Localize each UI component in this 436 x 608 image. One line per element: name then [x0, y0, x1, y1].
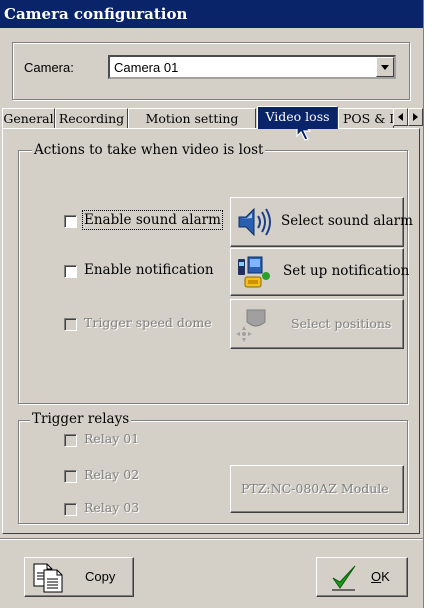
- tab-strip: General Recording Motion setting Video l…: [0, 106, 423, 129]
- trigger-speed-dome-label[interactable]: Trigger speed dome: [84, 315, 212, 330]
- chevron-down-icon: [381, 64, 389, 70]
- footer-separator: [0, 538, 423, 540]
- ptz-module-button[interactable]: PTZ:NC-080AZ Module: [230, 465, 404, 513]
- checkmark-icon: [332, 565, 356, 591]
- tab-scroll-arrows: [393, 108, 423, 126]
- camera-label: Camera:: [24, 60, 74, 75]
- relay-01-label[interactable]: Relay 01: [84, 431, 139, 446]
- tab-motion-setting[interactable]: Motion setting: [128, 108, 256, 128]
- tab-scroll-right-button[interactable]: [408, 108, 423, 126]
- relay-01-checkbox[interactable]: [64, 434, 77, 447]
- set-up-notification-label: Set up notification: [283, 263, 410, 279]
- tab-video-loss[interactable]: Video loss: [257, 106, 338, 129]
- speaker-icon: [238, 207, 271, 237]
- enable-sound-alarm-label[interactable]: Enable sound alarm: [82, 210, 223, 230]
- trigger-speed-dome-checkbox[interactable]: [64, 318, 77, 331]
- copy-icon: [33, 563, 63, 593]
- actions-group-title: Actions to take when video is lost: [32, 142, 266, 158]
- relay-02-checkbox[interactable]: [64, 470, 77, 483]
- camera-select[interactable]: Camera 01: [108, 55, 396, 79]
- relay-03-checkbox[interactable]: [64, 503, 77, 516]
- relay-03-label[interactable]: Relay 03: [84, 500, 139, 515]
- copy-button[interactable]: Copy: [24, 557, 134, 597]
- select-positions-button[interactable]: Select positions: [230, 299, 404, 349]
- speed-dome-icon: [236, 309, 266, 342]
- enable-notification-checkbox[interactable]: [64, 265, 77, 278]
- camera-dropdown-button[interactable]: [376, 57, 394, 77]
- select-positions-label: Select positions: [291, 316, 392, 331]
- chevron-left-icon: [398, 113, 403, 121]
- tab-pos[interactable]: POS & I: [338, 108, 394, 128]
- tab-recording[interactable]: Recording: [55, 108, 128, 128]
- select-sound-alarm-label: Select sound alarm: [281, 213, 413, 229]
- enable-sound-alarm-checkbox[interactable]: [64, 215, 77, 228]
- window-title: Camera configuration: [0, 0, 423, 28]
- chevron-right-icon: [413, 113, 418, 121]
- notification-icon: [238, 256, 270, 288]
- set-up-notification-button[interactable]: Set up notification: [230, 248, 409, 296]
- relay-02-label[interactable]: Relay 02: [84, 467, 139, 482]
- tab-general[interactable]: General: [2, 108, 55, 128]
- ok-label: OK: [371, 569, 390, 584]
- enable-notification-label[interactable]: Enable notification: [84, 262, 214, 278]
- relays-group-title: Trigger relays: [30, 411, 132, 427]
- select-sound-alarm-button[interactable]: Select sound alarm: [230, 197, 413, 247]
- tab-scroll-left-button[interactable]: [393, 108, 408, 126]
- ptz-module-label: PTZ:NC-080AZ Module: [241, 481, 389, 496]
- camera-select-value: Camera 01: [114, 60, 179, 75]
- copy-label: Copy: [85, 569, 116, 584]
- camera-configuration-dialog: Camera configuration Camera: Camera 01 G…: [0, 0, 424, 608]
- ok-button[interactable]: OK: [316, 557, 408, 597]
